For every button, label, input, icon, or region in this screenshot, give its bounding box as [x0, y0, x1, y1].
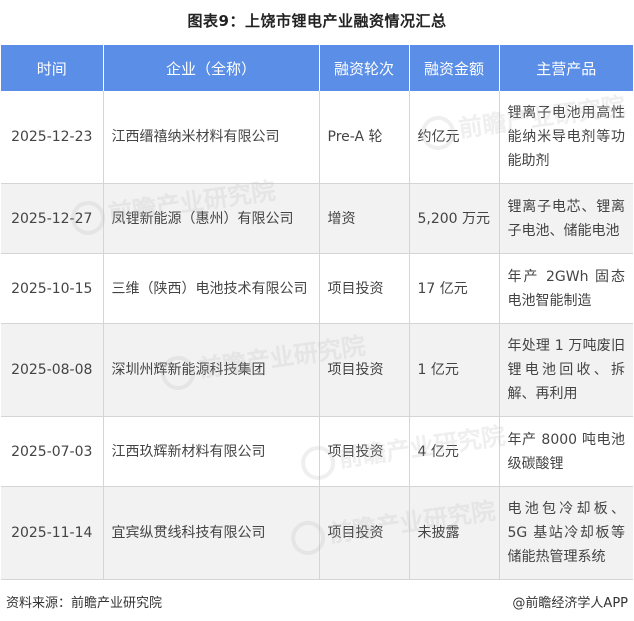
cell-company: 江西玖辉新材料有限公司 — [103, 416, 320, 487]
cell-round: 项目投资 — [319, 253, 410, 324]
cell-company: 江西缙禧纳米材料有限公司 — [103, 91, 320, 184]
table-row: 2025-12-27 凤锂新能源（惠州）有限公司 增资 5,200 万元 锂离子… — [1, 183, 633, 254]
chart-title: 图表9：上饶市锂电产业融资情况汇总 — [187, 12, 447, 30]
table-row: 2025-10-15 三维（陕西）电池技术有限公司 项目投资 17 亿元 年产 … — [1, 253, 633, 324]
cell-round: 项目投资 — [319, 323, 410, 417]
table-row: 2025-11-14 宜宾纵贯线科技有限公司 项目投资 未披露 电池包冷却板、5… — [1, 486, 633, 580]
cell-amount: 未披露 — [409, 486, 500, 580]
table-row: 2025-08-08 深圳州辉新能源科技集团 项目投资 1 亿元 年处理 1 万… — [1, 323, 633, 417]
cell-product: 锂离子电芯、锂离子电池、储能电池 — [499, 183, 633, 254]
cell-company: 三维（陕西）电池技术有限公司 — [103, 253, 320, 324]
table-header-row: 时间 企业（全称） 融资轮次 融资金额 主营产品 — [1, 45, 633, 91]
cell-product: 年产 2GWh 固态电池智能制造 — [499, 253, 633, 324]
cell-product: 年产 8000 吨电池级碳酸锂 — [499, 416, 633, 487]
cell-round: 项目投资 — [319, 486, 410, 580]
cell-amount: 4 亿元 — [409, 416, 500, 487]
cell-round: Pre-A 轮 — [319, 91, 410, 184]
cell-round: 项目投资 — [319, 416, 410, 487]
financing-table: 时间 企业（全称） 融资轮次 融资金额 主营产品 2025-12-23 江西缙禧… — [1, 45, 633, 580]
cell-product: 电池包冷却板、5G 基站冷却板等储能热管理系统 — [499, 486, 633, 580]
cell-time: 2025-10-15 — [1, 253, 104, 324]
cell-amount: 17 亿元 — [409, 253, 500, 324]
header-round: 融资轮次 — [319, 45, 410, 91]
source-note: 资料来源：前瞻产业研究院 — [6, 596, 163, 611]
header-amount: 融资金额 — [409, 45, 500, 91]
table-row: 2025-12-23 江西缙禧纳米材料有限公司 Pre-A 轮 约亿元 锂离子电… — [1, 91, 633, 184]
header-product: 主营产品 — [499, 45, 633, 91]
cell-company: 宜宾纵贯线科技有限公司 — [103, 486, 320, 580]
cell-time: 2025-08-08 — [1, 323, 104, 417]
cell-amount: 约亿元 — [409, 91, 500, 184]
cell-amount: 5,200 万元 — [409, 183, 500, 254]
cell-time: 2025-12-27 — [1, 183, 104, 254]
cell-product: 年处理 1 万吨废旧锂电池回收、拆解、再利用 — [499, 323, 633, 417]
header-time: 时间 — [1, 45, 104, 91]
cell-company: 凤锂新能源（惠州）有限公司 — [103, 183, 320, 254]
cell-time: 2025-12-23 — [1, 91, 104, 184]
cell-round: 增资 — [319, 183, 410, 254]
cell-company: 深圳州辉新能源科技集团 — [103, 323, 320, 417]
cell-amount: 1 亿元 — [409, 323, 500, 417]
brand-note: @前瞻经济学人APP — [512, 596, 628, 611]
cell-time: 2025-07-03 — [1, 416, 104, 487]
header-company: 企业（全称） — [103, 45, 320, 91]
cell-product: 锂离子电池用高性能纳米导电剂等功能助剂 — [499, 91, 633, 184]
cell-time: 2025-11-14 — [1, 486, 104, 580]
table-row: 2025-07-03 江西玖辉新材料有限公司 项目投资 4 亿元 年产 8000… — [1, 416, 633, 487]
